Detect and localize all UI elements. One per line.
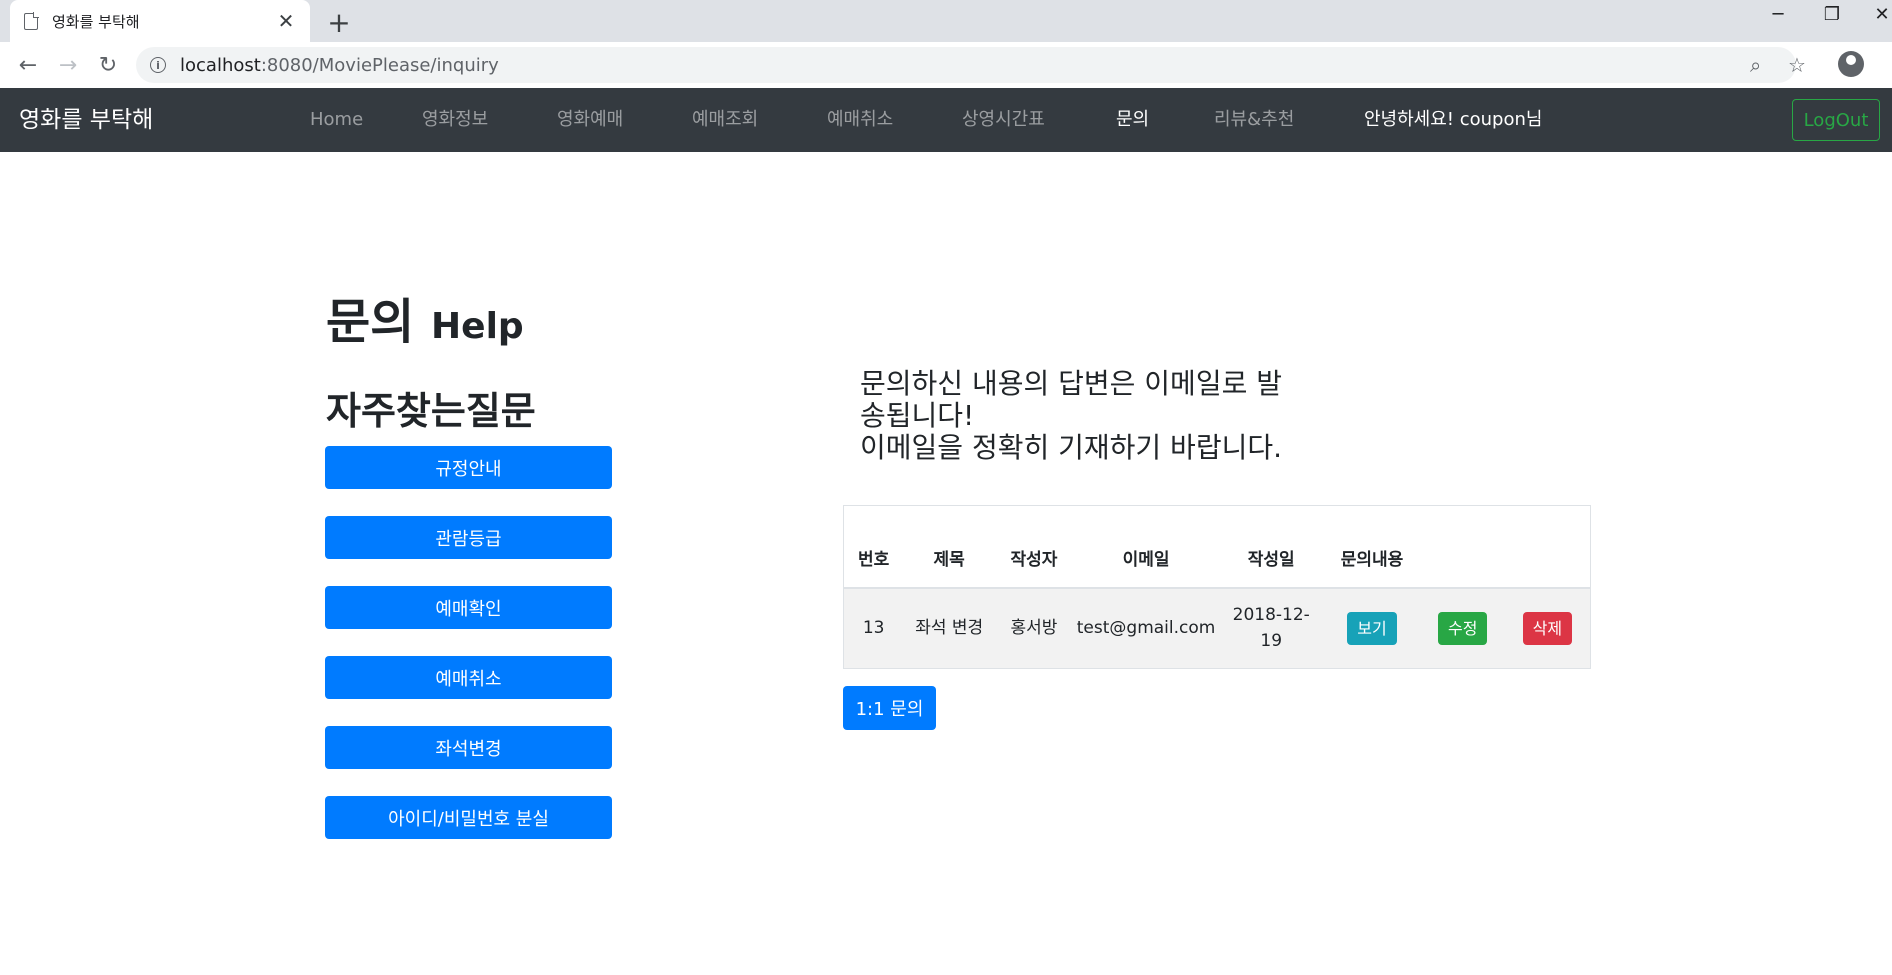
one-to-one-inquiry-button[interactable]: 1:1 문의	[843, 686, 936, 730]
inquiry-table: 번호 제목 작성자 이메일 작성일 문의내용 13 좌석 변경 홍서방 test…	[843, 505, 1591, 669]
cell-delete: 삭제	[1505, 588, 1591, 669]
header-date: 작성일	[1219, 505, 1324, 589]
url-text: localhost:8080/MoviePlease/inquiry	[180, 54, 499, 76]
close-window-icon[interactable]: ✕	[1862, 4, 1892, 25]
nav-booking[interactable]: 영화예매	[557, 88, 623, 152]
edit-button[interactable]: 수정	[1438, 611, 1488, 645]
browser-tabstrip: 영화를 부탁해 ✕ + ─ ❐ ✕	[0, 0, 1892, 42]
nav-review[interactable]: 리뷰&추천	[1214, 88, 1294, 152]
site-brand[interactable]: 영화를 부탁해	[19, 88, 153, 152]
nav-booking-lookup[interactable]: 예매조회	[692, 88, 758, 152]
faq-button-rules[interactable]: 규정안내	[325, 446, 612, 489]
table-header-row: 번호 제목 작성자 이메일 작성일 문의내용	[843, 505, 1591, 589]
nav-inquiry[interactable]: 문의	[1116, 88, 1149, 152]
minimize-icon[interactable]: ─	[1758, 4, 1798, 25]
faq-button-booking-check[interactable]: 예매확인	[325, 586, 612, 629]
header-email: 이메일	[1072, 505, 1220, 589]
restore-icon[interactable]: ❐	[1812, 4, 1852, 25]
cell-date: 2018-12-19	[1232, 605, 1310, 652]
faq-button-rating[interactable]: 관람등급	[325, 516, 612, 559]
page-icon	[24, 12, 39, 30]
new-tab-icon[interactable]: +	[324, 6, 354, 39]
notice-text: 문의하신 내용의 답변은 이메일로 발송됩니다! 이메일을 정확히 기재하기 바…	[860, 368, 1290, 464]
page-title-main: 문의	[326, 294, 415, 350]
view-button[interactable]: 보기	[1347, 611, 1397, 645]
nav-home[interactable]: Home	[310, 88, 363, 152]
cell-view: 보기	[1323, 588, 1421, 669]
site-info-icon[interactable]: i	[150, 57, 166, 73]
tab-title: 영화를 부탁해	[52, 12, 140, 31]
faq-button-lost-account[interactable]: 아이디/비밀번호 분실	[325, 796, 612, 839]
user-greeting: 안녕하세요! coupon님	[1364, 109, 1543, 130]
back-icon[interactable]: ←	[14, 51, 42, 79]
nav-booking-cancel[interactable]: 예매취소	[827, 88, 893, 152]
cell-subject: 좌석 변경	[915, 618, 984, 639]
bookmark-star-icon[interactable]: ☆	[1788, 47, 1806, 83]
nav-movie-info[interactable]: 영화정보	[422, 88, 488, 152]
cell-email: test@gmail.com	[1076, 618, 1216, 639]
table-row: 13 좌석 변경 홍서방 test@gmail.com 2018-12-19 보…	[843, 587, 1591, 669]
header-author: 작성자	[995, 505, 1073, 589]
page-title: 문의 Help	[326, 282, 524, 352]
reload-icon[interactable]: ↻	[94, 51, 122, 79]
header-subject: 제목	[903, 505, 996, 589]
cell-no: 13	[862, 618, 885, 639]
header-content: 문의내용	[1323, 505, 1421, 589]
faq-button-booking-cancel[interactable]: 예매취소	[325, 656, 612, 699]
notice-line-1: 문의하신 내용의 답변은 이메일로 발송됩니다!	[860, 367, 1283, 432]
close-tab-icon[interactable]: ✕	[276, 9, 296, 33]
browser-tab[interactable]: 영화를 부탁해 ✕	[10, 0, 310, 42]
forward-icon[interactable]: →	[54, 51, 82, 79]
faq-title: 자주찾는질문	[326, 389, 536, 433]
nav-showtimes[interactable]: 상영시간표	[962, 88, 1045, 152]
delete-button[interactable]: 삭제	[1522, 611, 1573, 645]
faq-button-seat-change[interactable]: 좌석변경	[325, 726, 612, 769]
browser-toolbar: ← → ↻ i localhost:8080/MoviePlease/inqui…	[0, 42, 1892, 88]
logout-button[interactable]: LogOut	[1792, 99, 1880, 141]
header-no: 번호	[843, 505, 904, 589]
address-bar[interactable]: i localhost:8080/MoviePlease/inquiry ⌕ ☆	[136, 47, 1806, 83]
cell-edit: 수정	[1421, 588, 1505, 669]
header-blank-1	[1420, 505, 1505, 589]
cell-author: 홍서방	[1010, 618, 1058, 639]
site-navbar: 영화를 부탁해 Home 영화정보 영화예매 예매조회 예매취소 상영시간표 문…	[0, 88, 1892, 152]
notice-line-2: 이메일을 정확히 기재하기 바랍니다.	[860, 431, 1283, 464]
profile-avatar-icon[interactable]	[1838, 51, 1864, 77]
zoom-icon[interactable]: ⌕	[1750, 47, 1761, 83]
page-title-sub: Help	[431, 306, 524, 347]
header-blank-2	[1504, 505, 1591, 589]
